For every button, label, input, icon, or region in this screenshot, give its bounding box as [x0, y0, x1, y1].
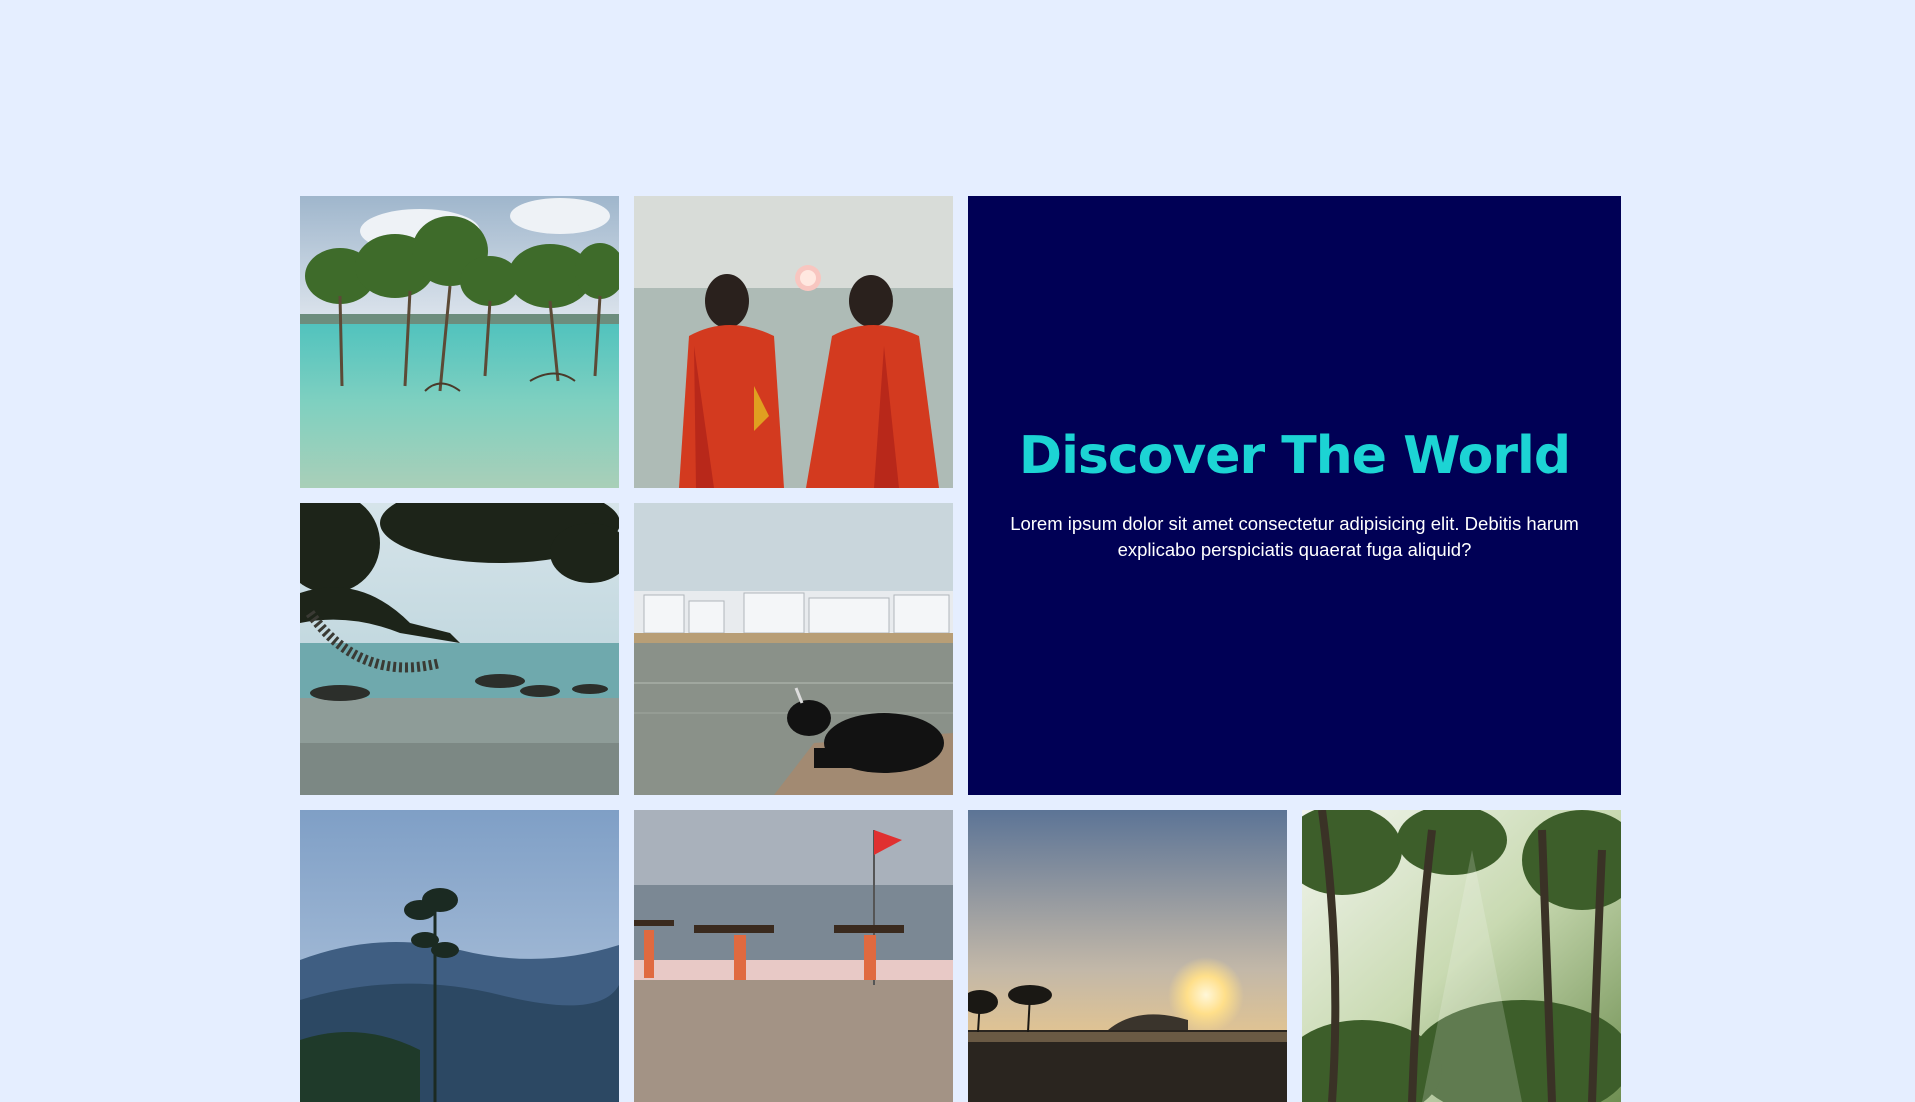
hero-panel: Discover The World Lorem ipsum dolor sit…: [968, 196, 1621, 795]
palm-forest-photo: [1302, 810, 1621, 1102]
women-in-saris-sunset-photo: [634, 196, 953, 488]
hero-title: Discover The World: [1018, 425, 1571, 486]
hero-description: Lorem ipsum dolor sit amet consectetur a…: [1010, 513, 1579, 561]
beach-wood-carriers-photo: [634, 810, 953, 1102]
lake-town-cow-photo: [634, 503, 953, 795]
beach-hammock-photo: [300, 503, 619, 795]
sunset-horizon-photo: [968, 810, 1287, 1102]
misty-mountains-photo: [300, 810, 619, 1102]
mangrove-trees-photo: [300, 196, 619, 488]
photo-gallery: Discover The World Lorem ipsum dolor sit…: [300, 196, 1621, 1102]
